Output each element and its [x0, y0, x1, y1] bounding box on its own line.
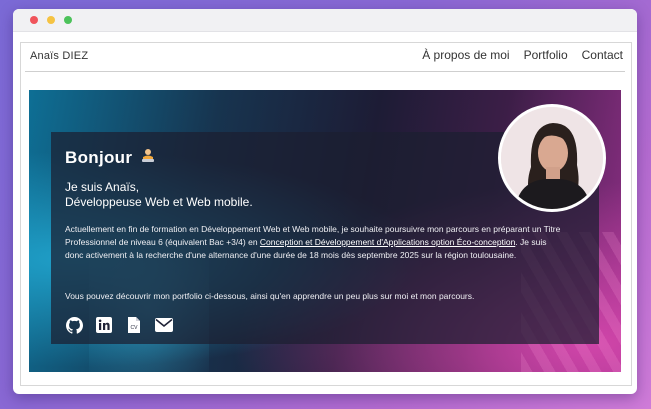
email-icon[interactable] [155, 316, 173, 334]
intro-line-2: Développeuse Web et Web mobile. [65, 195, 253, 209]
svg-text:CV: CV [131, 325, 139, 331]
browser-window: Anaïs DIEZ À propos de moi Portfolio Con… [13, 9, 637, 394]
nav-divider [25, 71, 625, 72]
social-links: CV [65, 316, 173, 334]
linkedin-icon[interactable] [95, 316, 113, 334]
nav-link-contact[interactable]: Contact [582, 48, 623, 62]
greeting-row: Bonjour [65, 148, 156, 168]
minimize-window-button[interactable] [47, 16, 55, 24]
nav-links: À propos de moi Portfolio Contact [422, 48, 623, 62]
laptop-person-icon [140, 148, 156, 168]
portfolio-page: Anaïs DIEZ À propos de moi Portfolio Con… [20, 42, 632, 386]
window-titlebar [13, 9, 637, 32]
nav-link-portfolio[interactable]: Portfolio [524, 48, 568, 62]
nav-link-about[interactable]: À propos de moi [422, 48, 509, 62]
greeting-title: Bonjour [65, 148, 133, 167]
site-brand[interactable]: Anaïs DIEZ [30, 50, 88, 62]
training-link[interactable]: Conception et Développement d'Applicatio… [260, 237, 515, 247]
github-icon[interactable] [65, 316, 83, 334]
maximize-window-button[interactable] [64, 16, 72, 24]
portfolio-paragraph: Vous pouvez découvrir mon portfolio ci-d… [65, 291, 475, 301]
intro-heading: Je suis Anaïs, Développeuse Web et Web m… [65, 180, 465, 210]
hero-banner: Bonjour Je suis Anaïs, Développeuse Web … [29, 90, 621, 372]
intro-line-1: Je suis Anaïs, [65, 180, 140, 194]
profile-photo [498, 104, 606, 212]
intro-paragraph: Actuellement en fin de formation en Déve… [65, 223, 565, 262]
cv-document-icon[interactable]: CV [125, 316, 143, 334]
top-navbar: Anaïs DIEZ À propos de moi Portfolio Con… [21, 43, 631, 73]
close-window-button[interactable] [30, 16, 38, 24]
